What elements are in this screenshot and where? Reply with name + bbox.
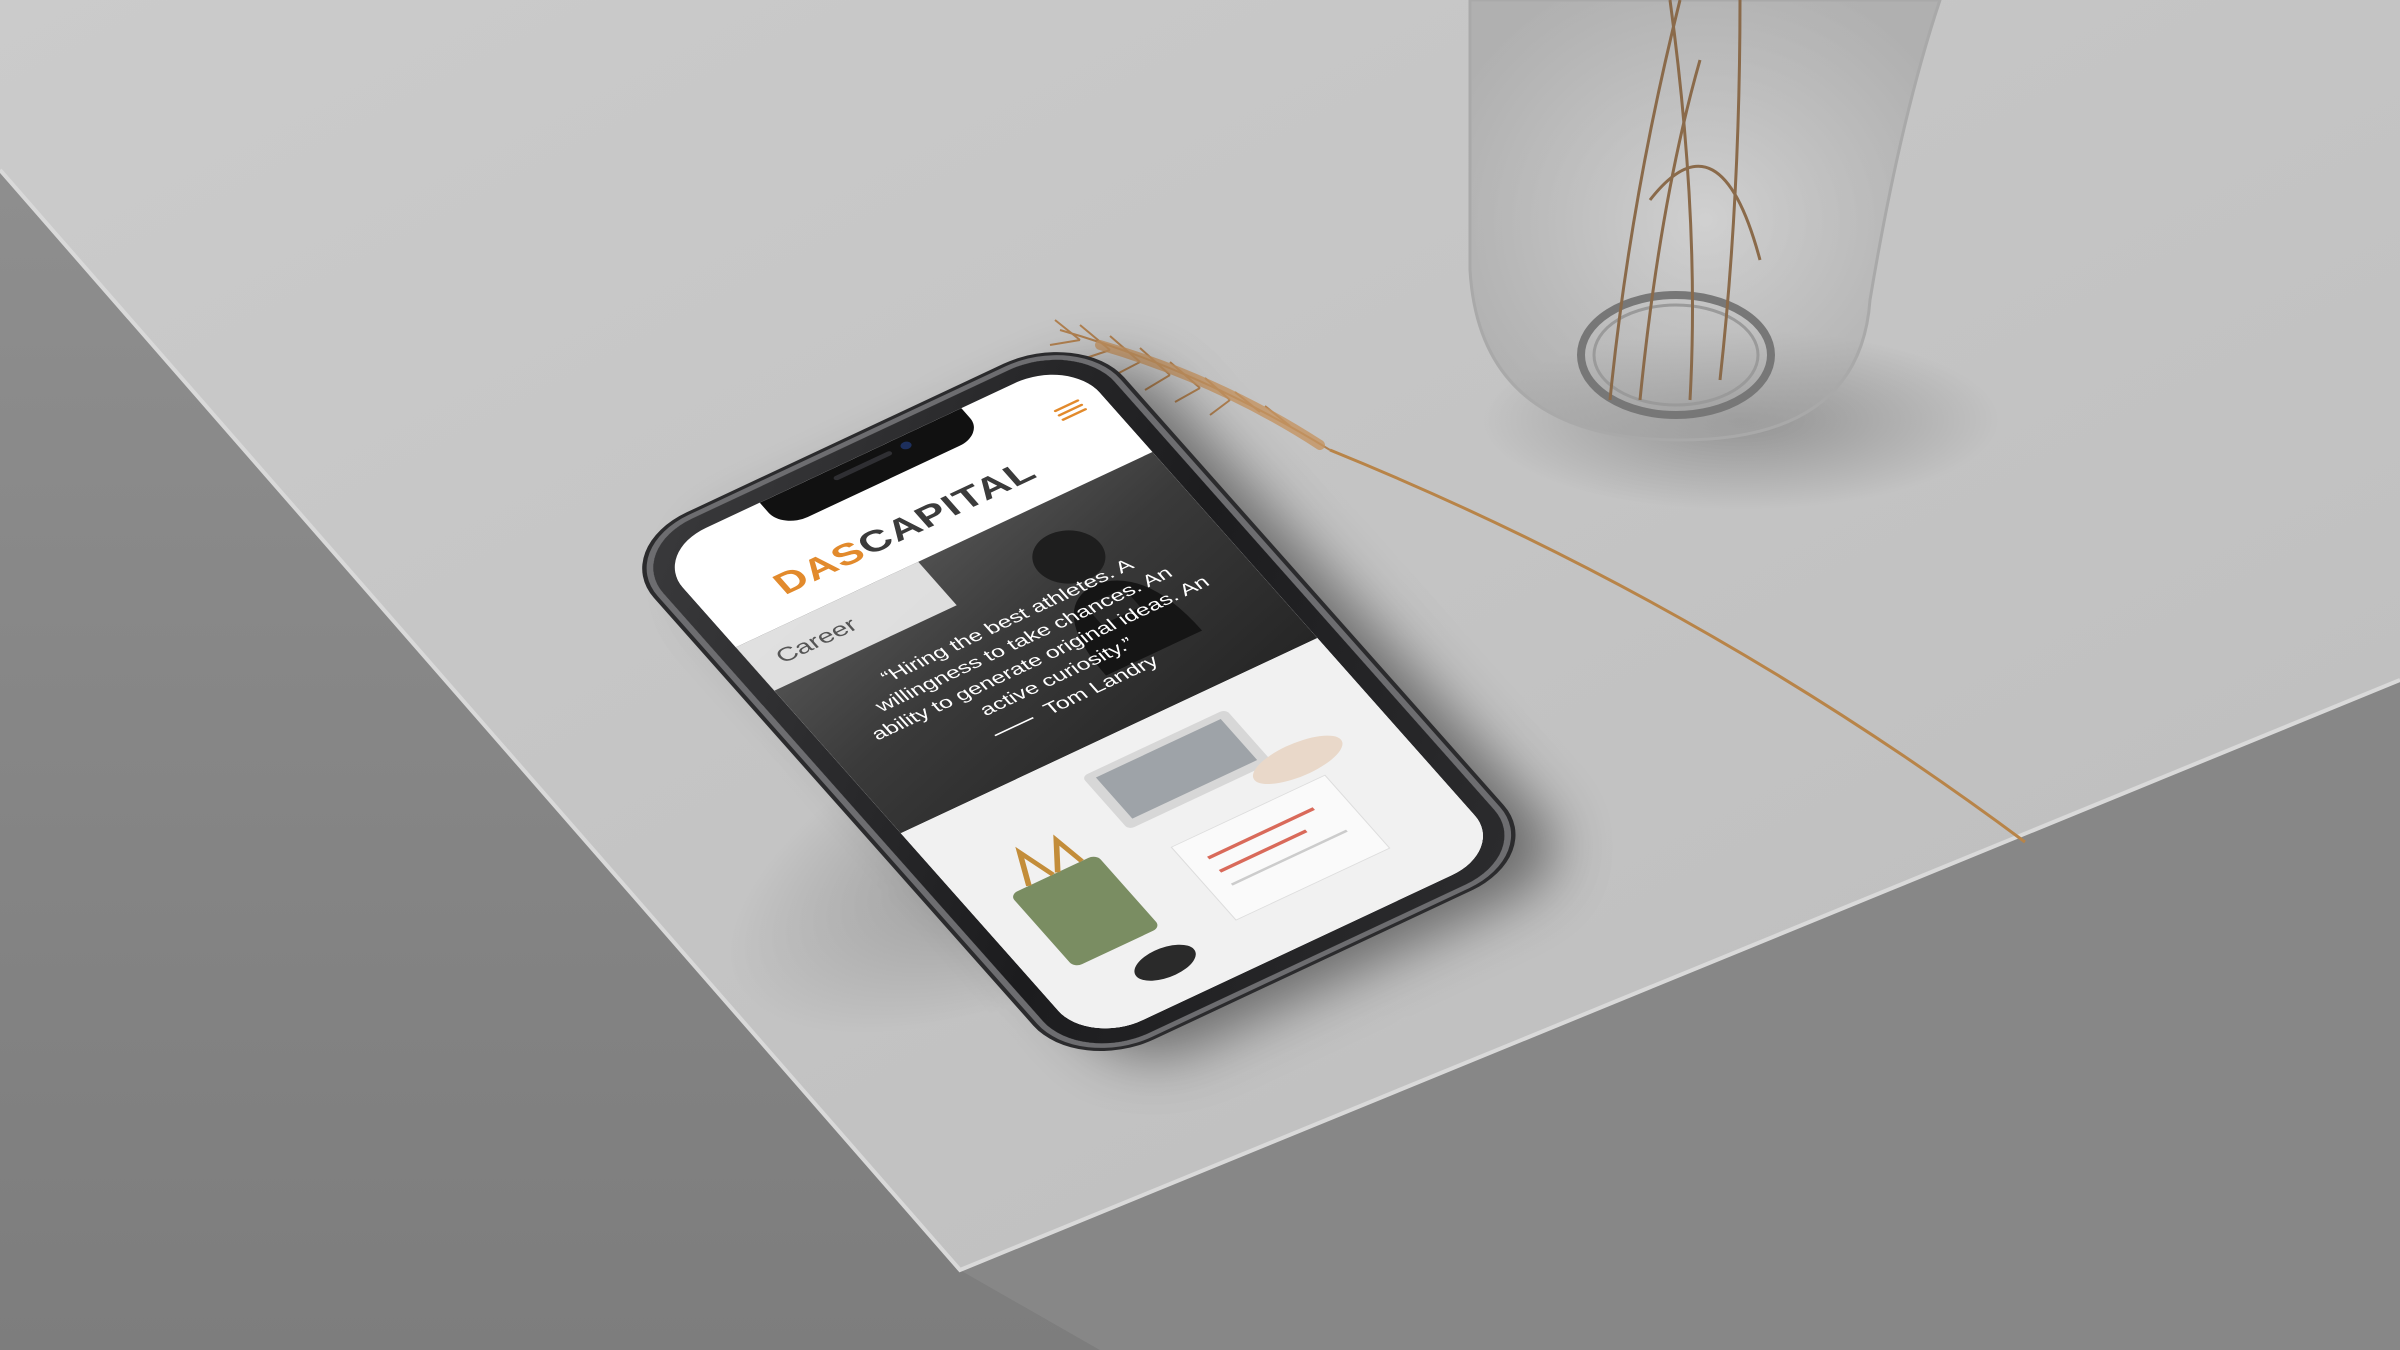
mockup-scene: DASCAPITAL Career “Hiring the best athle… bbox=[0, 0, 2400, 1350]
hamburger-menu-icon[interactable] bbox=[1053, 399, 1088, 422]
author-dash bbox=[993, 717, 1034, 737]
camera-icon bbox=[898, 440, 914, 451]
